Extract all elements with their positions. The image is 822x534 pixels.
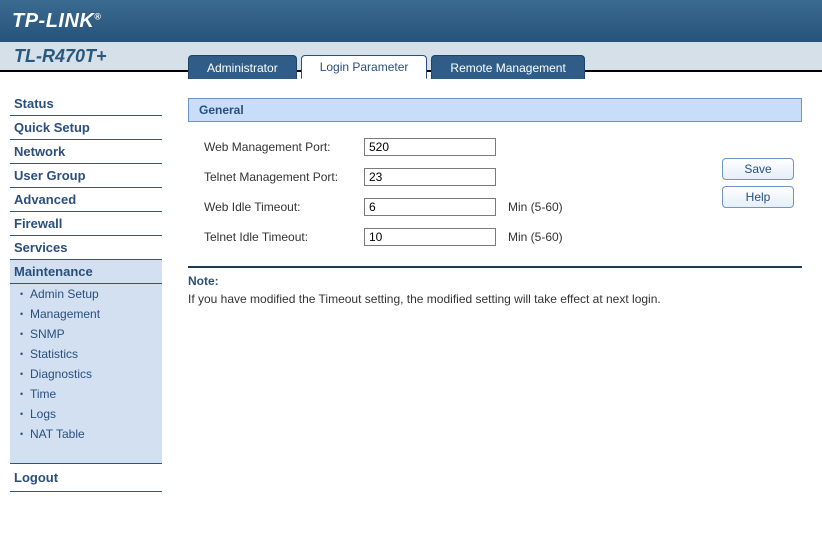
row-telnet-management-port: Telnet Management Port: — [204, 162, 722, 192]
label-web-idle-timeout: Web Idle Timeout: — [204, 200, 364, 214]
label-telnet-management-port: Telnet Management Port: — [204, 170, 364, 184]
tab-remote-management[interactable]: Remote Management — [431, 55, 584, 79]
hint-web-idle-timeout: Min (5-60) — [508, 200, 563, 214]
content-area: Administrator Login Parameter Remote Man… — [170, 72, 822, 534]
subnav-admin-setup[interactable]: Admin Setup — [10, 284, 162, 304]
subnav-management[interactable]: Management — [10, 304, 162, 324]
help-button[interactable]: Help — [722, 186, 794, 208]
input-web-management-port[interactable] — [364, 138, 496, 156]
form-area: Web Management Port: Telnet Management P… — [188, 122, 802, 266]
model-name: TL-R470T+ — [14, 46, 107, 67]
input-web-idle-timeout[interactable] — [364, 198, 496, 216]
subnav-statistics[interactable]: Statistics — [10, 344, 162, 364]
nav-status[interactable]: Status — [10, 92, 162, 116]
side-buttons: Save Help — [722, 132, 802, 252]
nav-network[interactable]: Network — [10, 140, 162, 164]
note-title: Note: — [188, 274, 802, 288]
nav-advanced[interactable]: Advanced — [10, 188, 162, 212]
input-telnet-management-port[interactable] — [364, 168, 496, 186]
note-text: If you have modified the Timeout setting… — [188, 292, 802, 306]
input-telnet-idle-timeout[interactable] — [364, 228, 496, 246]
label-web-management-port: Web Management Port: — [204, 140, 364, 154]
subnav-nat-table[interactable]: NAT Table — [10, 424, 162, 444]
tab-bar: Administrator Login Parameter Remote Man… — [188, 55, 589, 79]
hint-telnet-idle-timeout: Min (5-60) — [508, 230, 563, 244]
row-telnet-idle-timeout: Telnet Idle Timeout: Min (5-60) — [204, 222, 722, 252]
label-telnet-idle-timeout: Telnet Idle Timeout: — [204, 230, 364, 244]
subnav-logs[interactable]: Logs — [10, 404, 162, 424]
panel-title-general: General — [188, 98, 802, 122]
tab-administrator[interactable]: Administrator — [188, 55, 297, 79]
nav-sub-list: Admin Setup Management SNMP Statistics D… — [10, 284, 162, 464]
brand-logo: TP-LINK® — [12, 10, 102, 33]
divider — [188, 266, 802, 268]
subnav-time[interactable]: Time — [10, 384, 162, 404]
row-web-idle-timeout: Web Idle Timeout: Min (5-60) — [204, 192, 722, 222]
nav-firewall[interactable]: Firewall — [10, 212, 162, 236]
nav-services[interactable]: Services — [10, 236, 162, 260]
nav-spacer — [10, 444, 162, 464]
tab-login-parameter[interactable]: Login Parameter — [301, 55, 428, 79]
nav-quick-setup[interactable]: Quick Setup — [10, 116, 162, 140]
subnav-snmp[interactable]: SNMP — [10, 324, 162, 344]
nav-logout[interactable]: Logout — [10, 464, 162, 492]
save-button[interactable]: Save — [722, 158, 794, 180]
sidebar: Status Quick Setup Network User Group Ad… — [0, 72, 170, 534]
subnav-diagnostics[interactable]: Diagnostics — [10, 364, 162, 384]
header-bar: TP-LINK® — [0, 0, 822, 42]
nav-maintenance[interactable]: Maintenance — [10, 260, 162, 284]
nav-user-group[interactable]: User Group — [10, 164, 162, 188]
row-web-management-port: Web Management Port: — [204, 132, 722, 162]
